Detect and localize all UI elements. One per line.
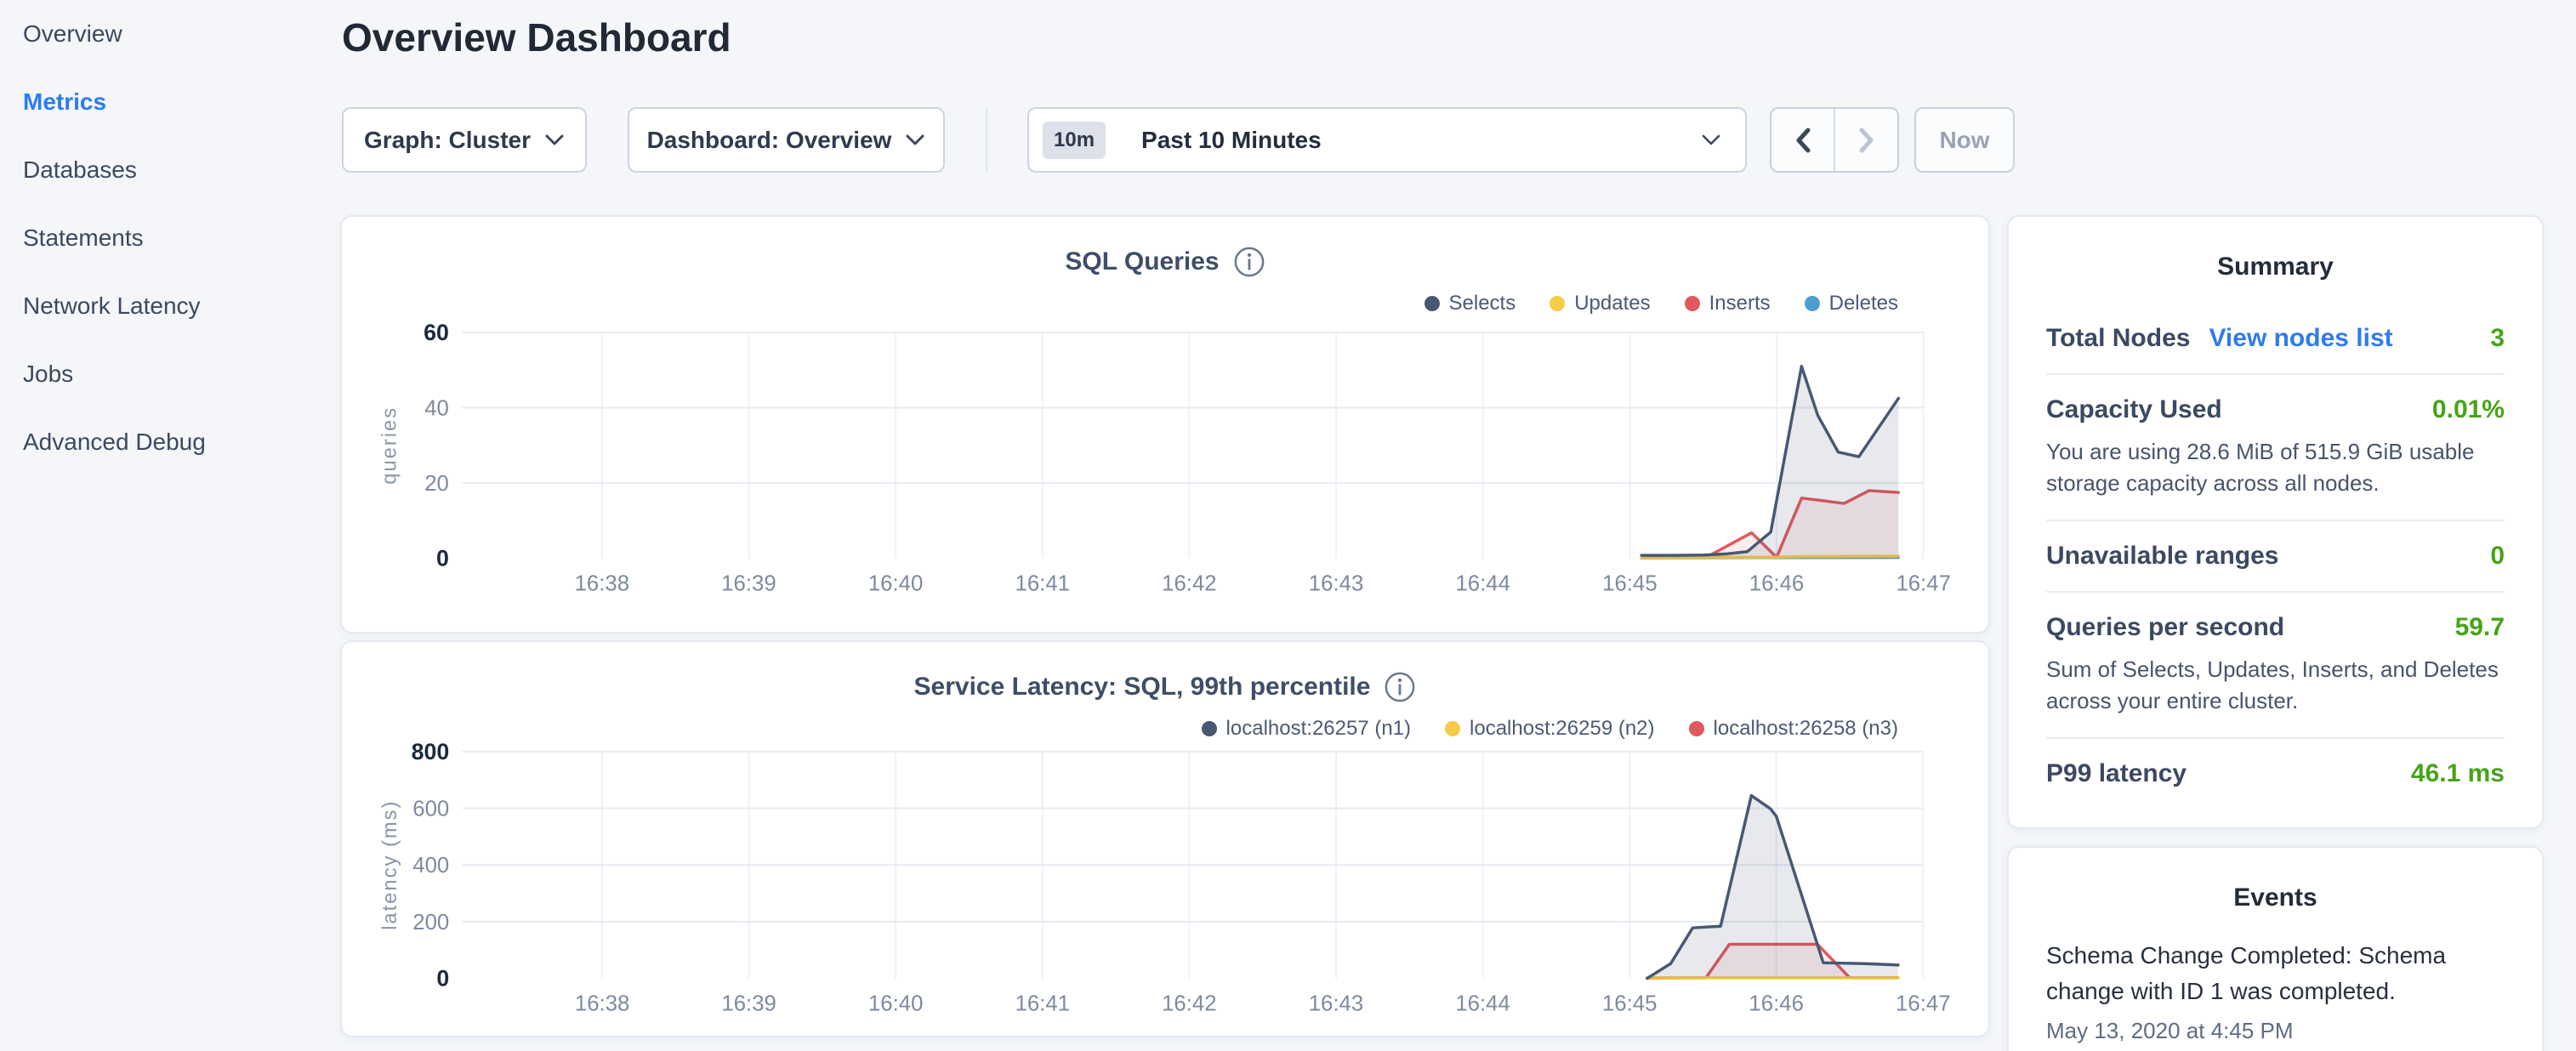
- summary-heading: Summary: [2046, 253, 2505, 281]
- summary-panel: Summary Total Nodes View nodes list 3 Capac…: [2007, 215, 2544, 829]
- time-range-label: Past 10 Minutes: [1141, 127, 1322, 154]
- summary-description: You are using 28.6 MiB of 515.9 GiB usab…: [2046, 436, 2505, 499]
- time-next-button[interactable]: [1835, 109, 1897, 171]
- summary-value: 46.1 ms: [2411, 759, 2505, 788]
- chevron-right-icon: [1858, 127, 1875, 154]
- time-pager: [1770, 107, 1899, 173]
- service-latency-chart[interactable]: 16:38 16:39 16:40 16:41 16:42 16:43 16:44 16:45…: [342, 642, 1988, 1036]
- svg-text:16:39: 16:39: [721, 991, 776, 1015]
- chevron-down-icon: [905, 134, 925, 146]
- dashboard-dropdown[interactable]: Dashboard: Overview: [628, 107, 945, 173]
- svg-text:200: 200: [412, 911, 449, 935]
- svg-text:16:46: 16:46: [1749, 991, 1803, 1015]
- sidebar-item-overview[interactable]: Overview: [0, 0, 340, 68]
- app-root: OverviewMetricsDatabasesStatementsNetwor…: [0, 0, 2576, 1051]
- summary-row: Capacity Used 0.01% You are using 28.6 MiB…: [2046, 373, 2505, 520]
- svg-text:16:42: 16:42: [1162, 991, 1216, 1015]
- sidebar-item-databases[interactable]: Databases: [0, 136, 340, 204]
- summary-value: 0: [2490, 542, 2505, 571]
- event-item[interactable]: Schema Change Completed: Schema change w…: [2046, 938, 2505, 1044]
- svg-text:16:45: 16:45: [1602, 991, 1657, 1015]
- dashboard-dropdown-label: Dashboard: Overview: [647, 127, 892, 154]
- time-range-badge: 10m: [1043, 122, 1106, 159]
- summary-label: Total Nodes: [2046, 324, 2190, 353]
- sidebar: OverviewMetricsDatabasesStatementsNetwor…: [0, 0, 340, 1051]
- sql-queries-chart[interactable]: 16:38 16:39 16:40 16:41 16:42 16:43 16:44 16:45…: [342, 217, 1988, 632]
- summary-row: Queries per second 59.7 Sum of Selects, Up…: [2046, 591, 2505, 737]
- svg-text:40: 40: [424, 396, 449, 420]
- svg-text:16:40: 16:40: [868, 571, 923, 595]
- view-nodes-list-link[interactable]: View nodes list: [2209, 324, 2392, 353]
- sidebar-item-jobs[interactable]: Jobs: [0, 340, 340, 408]
- svg-text:16:42: 16:42: [1162, 571, 1216, 595]
- event-text: Schema Change Completed: Schema change w…: [2046, 938, 2505, 1009]
- summary-label: Queries per second: [2046, 613, 2284, 642]
- svg-text:20: 20: [424, 472, 449, 496]
- time-range-dropdown[interactable]: 10m Past 10 Minutes: [1027, 107, 1747, 173]
- svg-text:16:47: 16:47: [1896, 991, 1950, 1015]
- svg-text:16:38: 16:38: [575, 991, 629, 1015]
- svg-text:16:46: 16:46: [1749, 571, 1804, 595]
- summary-description: Sum of Selects, Updates, Inserts, and De…: [2046, 654, 2505, 717]
- events-panel: Events Schema Change Completed: Schema c…: [2007, 846, 2544, 1051]
- service-latency-chart-panel: Service Latency: SQL, 99th percentile lo…: [340, 640, 1990, 1037]
- summary-row: Unavailable ranges 0: [2046, 520, 2505, 591]
- page-title: Overview Dashboard: [342, 14, 731, 61]
- svg-text:latency (ms): latency (ms): [378, 800, 401, 930]
- main-content: Overview Dashboard Graph: Cluster Dashbo…: [340, 0, 1990, 1051]
- event-timestamp: May 13, 2020 at 4:45 PM: [2046, 1018, 2505, 1044]
- summary-row-head: Queries per second 59.7: [2046, 613, 2505, 642]
- summary-value: 0.01%: [2432, 395, 2505, 424]
- svg-text:16:43: 16:43: [1309, 571, 1363, 595]
- svg-text:16:45: 16:45: [1602, 571, 1657, 595]
- svg-text:16:47: 16:47: [1896, 571, 1950, 595]
- events-heading: Events: [2046, 883, 2505, 912]
- summary-rows: Total Nodes View nodes list 3 Capacity Used…: [2046, 304, 2505, 809]
- time-now-button[interactable]: Now: [1914, 107, 2015, 173]
- sidebar-item-advanced-debug[interactable]: Advanced Debug: [0, 408, 340, 476]
- summary-label: Capacity Used: [2046, 395, 2222, 424]
- svg-text:16:41: 16:41: [1015, 991, 1070, 1015]
- summary-row-head: Capacity Used 0.01%: [2046, 395, 2505, 424]
- sidebar-item-network-latency[interactable]: Network Latency: [0, 272, 340, 340]
- svg-text:16:38: 16:38: [575, 571, 629, 595]
- svg-text:800: 800: [412, 739, 450, 764]
- time-prev-button[interactable]: [1771, 109, 1835, 171]
- svg-text:16:44: 16:44: [1455, 571, 1510, 595]
- svg-text:queries: queries: [378, 406, 401, 485]
- svg-text:16:43: 16:43: [1309, 991, 1363, 1015]
- sidebar-item-statements[interactable]: Statements: [0, 204, 340, 272]
- summary-value: 59.7: [2455, 613, 2505, 642]
- summary-row-head: Total Nodes View nodes list 3: [2046, 324, 2505, 353]
- graph-dropdown-label: Graph: Cluster: [364, 127, 531, 154]
- summary-value: 3: [2490, 324, 2505, 353]
- svg-text:400: 400: [412, 854, 449, 878]
- controls-bar: Graph: Cluster Dashboard: Overview 10m P…: [340, 107, 2020, 173]
- svg-text:600: 600: [412, 798, 449, 821]
- svg-text:16:44: 16:44: [1455, 991, 1510, 1015]
- summary-label: P99 latency: [2046, 759, 2186, 788]
- svg-text:0: 0: [436, 966, 449, 991]
- chevron-left-icon: [1794, 127, 1811, 154]
- summary-row: P99 latency 46.1 ms: [2046, 737, 2505, 809]
- chevron-down-icon: [1701, 134, 1721, 146]
- graph-dropdown[interactable]: Graph: Cluster: [342, 107, 587, 173]
- svg-text:16:39: 16:39: [721, 571, 776, 595]
- svg-text:16:41: 16:41: [1015, 571, 1070, 595]
- sql-queries-chart-panel: SQL Queries SelectsUpdatesInsertsDeletes…: [340, 215, 1990, 633]
- chevron-down-icon: [544, 134, 565, 146]
- svg-text:16:40: 16:40: [868, 991, 923, 1015]
- sidebar-item-metrics[interactable]: Metrics: [0, 68, 340, 136]
- divider: [986, 109, 987, 171]
- summary-row-head: P99 latency 46.1 ms: [2046, 759, 2505, 788]
- summary-label: Unavailable ranges: [2046, 542, 2278, 571]
- events-list: Schema Change Completed: Schema change w…: [2046, 938, 2505, 1044]
- summary-row-head: Unavailable ranges 0: [2046, 542, 2505, 571]
- svg-text:60: 60: [424, 320, 449, 345]
- summary-row: Total Nodes View nodes list 3: [2046, 304, 2505, 373]
- svg-text:0: 0: [436, 546, 449, 571]
